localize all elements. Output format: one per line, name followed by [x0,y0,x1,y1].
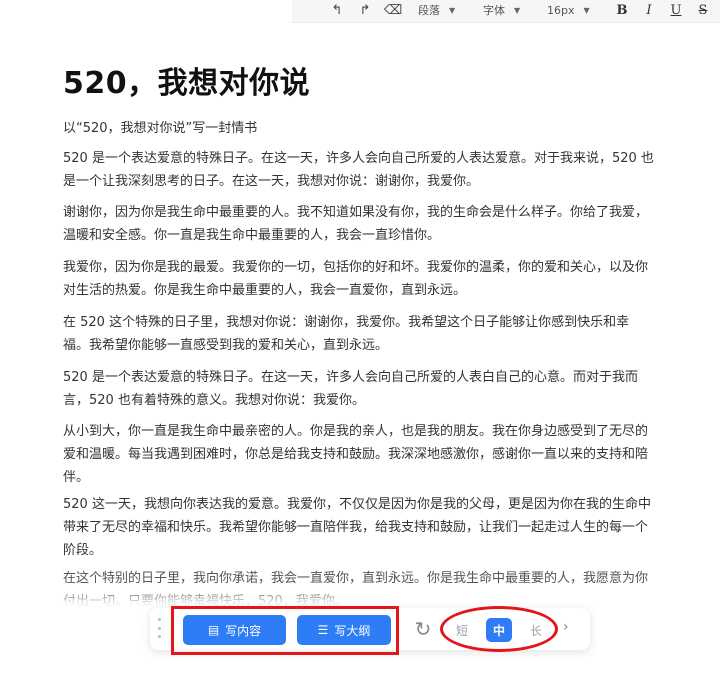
undo-icon[interactable]: ↰ [328,1,346,19]
document-subtitle[interactable]: 以“520，我想对你说”写一封情书 [63,117,257,136]
font-label: 字体 [483,4,505,17]
annotation-rectangle [171,606,399,655]
paragraph[interactable]: 在 520 这个特殊的日子里，我想对你说：谢谢你，我爱你。我希望这个日子能够让你… [63,311,655,357]
paragraph-dropdown[interactable]: 段落 ▼ [418,1,455,19]
paragraph[interactable]: 谢谢你，因为你是我生命中最重要的人。我不知道如果没有你，我的生命会是什么样子。你… [63,201,655,247]
paragraph[interactable]: 从小到大，你一直是我生命中最亲密的人。你是我的亲人，也是我的朋友。我在你身边感受… [63,420,655,489]
caret-down-icon: ▼ [583,5,590,15]
refresh-icon[interactable]: ↻ [411,617,435,641]
caret-down-icon: ▼ [514,5,521,15]
italic-button[interactable]: I [641,1,657,19]
editor-toolbar: ↰ ↱ ⌫ 段落 ▼ 字体 ▼ 16px ▼ B I U S [292,0,720,23]
paragraph-label: 段落 [418,4,440,17]
caret-down-icon: ▼ [449,5,456,15]
font-dropdown[interactable]: 字体 ▼ [483,1,520,19]
eraser-icon[interactable]: ⌫ [384,1,402,19]
paragraph[interactable]: 520 这一天，我想向你表达我的爱意。我爱你，不仅仅是因为你是我的父母，更是因为… [63,493,655,562]
strikethrough-button[interactable]: S [695,1,711,19]
font-size-dropdown[interactable]: 16px ▼ [547,1,590,19]
redo-icon[interactable]: ↱ [356,1,374,19]
annotation-ellipse [440,606,558,652]
document-title[interactable]: 520，我想对你说 [63,58,310,102]
paragraph[interactable]: 520 是一个表达爱意的特殊日子。在这一天，许多人会向自己所爱的人表达爱意。对于… [63,147,655,193]
paragraph[interactable]: 520 是一个表达爱意的特殊日子。在这一天，许多人会向自己所爱的人表白自己的心意… [63,366,655,412]
drag-handle-icon[interactable] [156,618,162,638]
paragraph[interactable]: 我爱你，因为你是我的最爱。我爱你的一切，包括你的好和坏。我爱你的温柔，你的爱和关… [63,256,655,302]
underline-button[interactable]: U [668,1,684,19]
bold-button[interactable]: B [614,1,630,19]
chevron-right-icon[interactable]: › [563,619,569,635]
font-size-label: 16px [547,3,575,17]
